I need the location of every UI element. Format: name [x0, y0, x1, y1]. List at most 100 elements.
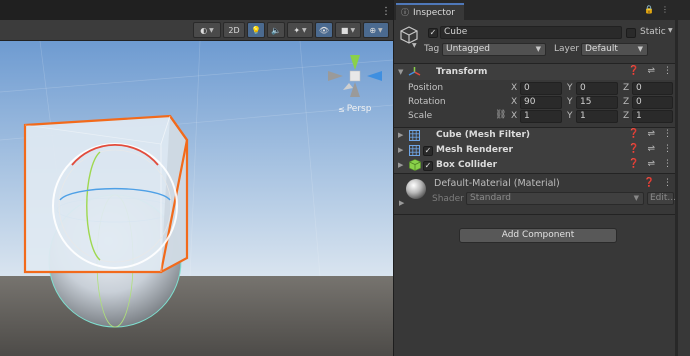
axis-y-label[interactable]: Y — [567, 83, 573, 93]
mesh-renderer-enabled-checkbox[interactable]: ✓ — [423, 146, 433, 156]
tab-inspector-label: Inspector — [413, 7, 455, 18]
projection-icon: ≤ — [338, 104, 345, 114]
add-component-button[interactable]: Add Component — [459, 228, 617, 243]
gizmos-icon: ⊕ — [369, 25, 377, 35]
mesh-renderer-icon — [409, 145, 420, 156]
effects-icon: ✦ — [293, 25, 301, 35]
lighting-toggle[interactable]: 💡 — [247, 22, 265, 38]
effects-dropdown[interactable]: ✦ ▼ — [287, 22, 313, 38]
help-icon[interactable]: ❓ — [628, 159, 639, 169]
position-label: Position — [408, 83, 444, 93]
transform-title: Transform — [436, 67, 488, 77]
mesh-filter-icon — [409, 130, 420, 141]
fold-arrow-icon[interactable]: ▶ — [399, 199, 404, 207]
help-icon[interactable]: ❓ — [628, 66, 639, 76]
tag-dropdown[interactable]: Untagged ▼ — [442, 43, 546, 56]
axis-x-label[interactable]: X — [511, 83, 517, 93]
shader-edit-button[interactable]: Edit... — [647, 192, 676, 205]
preset-icon[interactable]: ⇌ — [647, 159, 655, 169]
scene-visibility-toggle[interactable]: 👁 — [315, 22, 333, 38]
fold-arrow-icon[interactable]: ▼ — [398, 68, 403, 76]
scene-canvas[interactable] — [0, 41, 393, 356]
static-label: Static — [640, 27, 666, 37]
constrain-proportions-icon[interactable]: ⛓ — [495, 110, 506, 120]
fold-arrow-icon[interactable]: ▶ — [398, 161, 403, 169]
scale-row: Scale ⛓ X 1 Y 1 Z 1 — [394, 110, 676, 124]
scale-z-field[interactable]: 1 — [632, 110, 673, 123]
kebab-menu-icon[interactable]: ⋮ — [661, 5, 669, 14]
rotation-z-field[interactable]: 0 — [632, 96, 673, 109]
box-collider-enabled-checkbox[interactable]: ✓ — [423, 161, 433, 171]
mode-2d-label: 2D — [228, 25, 240, 35]
axis-y-label[interactable]: Y — [567, 97, 573, 107]
tab-inspector[interactable]: ⓘ Inspector — [396, 3, 464, 20]
shading-mode-dropdown[interactable]: ◐ ▼ — [193, 22, 221, 38]
lock-icon[interactable]: 🔒 — [644, 5, 654, 14]
mesh-renderer-title: Mesh Renderer — [436, 145, 513, 155]
inspector-panel: ⓘ Inspector 🔒 ⋮ ▼ ✓ Cube Static ▼ Tag Un… — [393, 0, 676, 356]
component-kebab-icon[interactable]: ⋮ — [663, 144, 672, 154]
position-row: Position X 0 Y 0 Z 0 — [394, 82, 676, 96]
shader-dropdown[interactable]: Standard ▼ — [466, 192, 644, 205]
position-z-field[interactable]: 0 — [632, 82, 673, 95]
preset-icon[interactable]: ⇌ — [647, 144, 655, 154]
camera-icon: ■ — [340, 25, 349, 35]
scene-view[interactable]: ⋮ ◐ ▼ 2D 💡 🔈 ✦ ▼ 👁 ■ ▼ ⊕ ▼ ≤ Persp — [0, 0, 393, 356]
icon-dropdown-caret[interactable]: ▼ — [412, 42, 417, 49]
active-checkbox[interactable]: ✓ — [428, 28, 438, 38]
audio-toggle[interactable]: 🔈 — [267, 22, 285, 38]
axis-z-label[interactable]: Z — [623, 97, 629, 107]
object-name-field[interactable]: Cube — [440, 26, 622, 39]
axis-y-label[interactable]: Y — [567, 111, 573, 121]
box-collider-header[interactable]: ▶ ✓ Box Collider ❓ ⇌ ⋮ — [394, 158, 676, 173]
axis-z-label[interactable]: Z — [623, 111, 629, 121]
static-checkbox[interactable] — [626, 28, 636, 38]
mesh-filter-title: Cube (Mesh Filter) — [436, 130, 531, 140]
cube-object[interactable] — [23, 114, 189, 274]
tab-tools: 🔒 ⋮ — [644, 5, 669, 14]
scene-kebab-menu-icon[interactable]: ⋮ — [381, 6, 391, 17]
tag-label: Tag — [424, 44, 440, 54]
material-name: Default-Material (Material) — [434, 178, 560, 189]
axis-x-label[interactable]: X — [511, 97, 517, 107]
rotation-row: Rotation X 90 Y 15 Z 0 — [394, 96, 676, 110]
scale-label: Scale — [408, 111, 433, 121]
mode-2d-button[interactable]: 2D — [223, 22, 245, 38]
fold-arrow-icon[interactable]: ▶ — [398, 131, 403, 139]
help-icon[interactable]: ❓ — [628, 144, 639, 154]
mesh-filter-header-tools: ❓ ⇌ ⋮ — [628, 129, 672, 139]
audio-icon: 🔈 — [271, 25, 281, 35]
mesh-renderer-header[interactable]: ▶ ✓ Mesh Renderer ❓ ⇌ ⋮ — [394, 143, 676, 158]
component-kebab-icon[interactable]: ⋮ — [663, 178, 672, 188]
box-collider-icon — [409, 159, 421, 171]
component-kebab-icon[interactable]: ⋮ — [663, 129, 672, 139]
scene-visibility-icon: 👁 — [318, 25, 330, 35]
adjacent-panel-edge — [675, 0, 690, 356]
scale-x-field[interactable]: 1 — [520, 110, 562, 123]
gizmos-dropdown[interactable]: ⊕ ▼ — [363, 22, 389, 38]
help-icon[interactable]: ❓ — [628, 129, 639, 139]
rotation-y-field[interactable]: 15 — [576, 96, 618, 109]
material-sphere-icon[interactable] — [405, 178, 427, 200]
fold-arrow-icon[interactable]: ▶ — [398, 146, 403, 154]
preset-icon[interactable]: ⇌ — [647, 129, 655, 139]
axis-z-label[interactable]: Z — [623, 83, 629, 93]
projection-label[interactable]: ≤ Persp — [338, 104, 371, 114]
position-x-field[interactable]: 0 — [520, 82, 562, 95]
axis-x-label[interactable]: X — [511, 111, 517, 121]
camera-dropdown[interactable]: ■ ▼ — [335, 22, 361, 38]
transform-header[interactable]: ▼ Transform ❓ ⇌ ⋮ — [394, 64, 676, 80]
transform-header-tools: ❓ ⇌ ⋮ — [628, 66, 672, 76]
component-kebab-icon[interactable]: ⋮ — [663, 66, 672, 76]
mesh-filter-header[interactable]: ▶ Cube (Mesh Filter) ❓ ⇌ ⋮ — [394, 128, 676, 143]
rotation-x-field[interactable]: 90 — [520, 96, 562, 109]
lighting-icon: 💡 — [251, 25, 261, 35]
help-icon[interactable]: ❓ — [644, 178, 655, 188]
preset-icon[interactable]: ⇌ — [647, 66, 655, 76]
divider — [394, 214, 676, 215]
static-caret-icon[interactable]: ▼ — [668, 27, 673, 34]
scale-y-field[interactable]: 1 — [576, 110, 618, 123]
component-kebab-icon[interactable]: ⋮ — [663, 159, 672, 169]
layer-dropdown[interactable]: Default ▼ — [581, 43, 648, 56]
position-y-field[interactable]: 0 — [576, 82, 618, 95]
